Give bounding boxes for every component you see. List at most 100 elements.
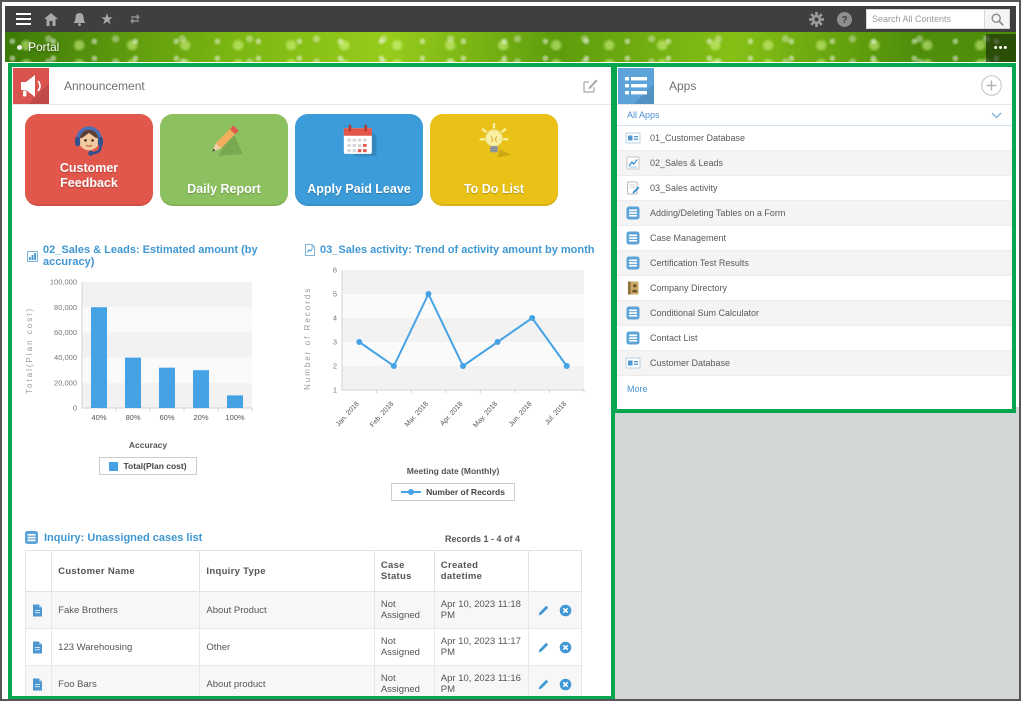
svg-text:2: 2 bbox=[333, 362, 337, 371]
app-item-label: Case Management bbox=[650, 233, 726, 243]
portal-banner: Portal ••• bbox=[5, 32, 1016, 62]
inquiry-table-body: Fake BrothersAbout ProductNot AssignedAp… bbox=[26, 592, 582, 701]
home-icon[interactable] bbox=[39, 9, 63, 29]
app-item-02-sales-leads[interactable]: 02_Sales & Leads bbox=[617, 151, 1012, 176]
svg-text:60,000: 60,000 bbox=[54, 328, 77, 337]
bar-80 bbox=[125, 358, 141, 408]
app-item-conditional-sum-calculator[interactable]: Conditional Sum Calculator bbox=[617, 301, 1012, 326]
svg-text:?: ? bbox=[841, 15, 847, 26]
edit-record-icon[interactable] bbox=[537, 604, 550, 617]
app-item-case-management[interactable]: Case Management bbox=[617, 226, 1012, 251]
line-chart-body: Number of Records123456Jan. 2018Feb. 201… bbox=[303, 262, 608, 501]
svg-text:100%: 100% bbox=[225, 413, 245, 422]
icon-column-header bbox=[26, 551, 52, 592]
tile-customer-feedback[interactable]: Customer Feedback bbox=[25, 114, 153, 206]
tile-daily-report[interactable]: Daily Report bbox=[160, 114, 288, 206]
point-mar-2018 bbox=[425, 291, 431, 297]
search-box bbox=[866, 9, 1010, 29]
edit-announcement-icon[interactable] bbox=[579, 75, 601, 97]
app-item-label: Adding/Deleting Tables on a Form bbox=[650, 208, 785, 218]
apps-filter-dropdown[interactable]: All Apps bbox=[617, 105, 1012, 126]
svg-text:40%: 40% bbox=[91, 413, 106, 422]
app-item-01-customer-database[interactable]: 01_Customer Database bbox=[617, 126, 1012, 151]
svg-text:100,000: 100,000 bbox=[50, 278, 77, 287]
chart-plot-area: 123456Jan. 2018Feb. 2018Mar. 2018Apr. 20… bbox=[312, 262, 594, 501]
app-item-label: 03_Sales activity bbox=[650, 183, 718, 193]
tile-label: Customer Feedback bbox=[31, 161, 147, 192]
apps-title: Apps bbox=[669, 79, 980, 93]
svg-text:5: 5 bbox=[333, 290, 337, 299]
cell-inquiry_type: About product bbox=[200, 666, 374, 701]
point-apr-2018 bbox=[460, 363, 466, 369]
bar-chart-title-link[interactable]: 02_Sales & Leads: Estimated amount (by a… bbox=[27, 244, 303, 268]
app-item-company-directory[interactable]: Company Directory bbox=[617, 276, 1012, 301]
app-item-label: Contact List bbox=[650, 333, 698, 343]
cell-customer_name: 123 Warehousing bbox=[52, 629, 200, 666]
svg-text:Feb. 2018: Feb. 2018 bbox=[369, 401, 395, 429]
table-app-icon bbox=[625, 230, 641, 246]
chart-plot-area: 020,00040,00060,00080,000100,00040%80%60… bbox=[34, 274, 262, 475]
column-header-case-status[interactable]: Case Status bbox=[374, 551, 434, 592]
cell-case_status: Not Assigned bbox=[374, 629, 434, 666]
remove-record-icon[interactable] bbox=[559, 678, 572, 691]
edit-record-icon[interactable] bbox=[537, 678, 550, 691]
bar-chart-title: 02_Sales & Leads: Estimated amount (by a… bbox=[43, 244, 303, 268]
record-file-icon[interactable] bbox=[32, 604, 45, 617]
table-app-icon bbox=[625, 205, 641, 221]
remove-record-icon[interactable] bbox=[559, 641, 572, 654]
topbar-left-icons: ★ bbox=[11, 9, 147, 29]
menu-icon[interactable] bbox=[11, 9, 35, 29]
app-item-adding-deleting-tables-on-a-form[interactable]: Adding/Deleting Tables on a Form bbox=[617, 201, 1012, 226]
remove-record-icon[interactable] bbox=[559, 604, 572, 617]
tile-label: To Do List bbox=[436, 182, 552, 198]
tile-apply-paid-leave[interactable]: Apply Paid Leave bbox=[295, 114, 423, 206]
svg-text:20,000: 20,000 bbox=[54, 378, 77, 387]
inquiry-title-link[interactable]: Inquiry: Unassigned cases list bbox=[25, 531, 445, 544]
column-header-created-datetime[interactable]: Created datetime bbox=[434, 551, 528, 592]
line-chart-title-link[interactable]: 03_Sales activity: Trend of activity amo… bbox=[305, 244, 608, 256]
svg-text:Jan. 2018: Jan. 2018 bbox=[335, 401, 361, 429]
bar-chart-widget: 02_Sales & Leads: Estimated amount (by a… bbox=[25, 206, 303, 501]
app-item-certification-test-results[interactable]: Certification Test Results bbox=[617, 251, 1012, 276]
favorites-star-icon[interactable]: ★ bbox=[95, 9, 119, 29]
app-item-label: Company Directory bbox=[650, 283, 727, 293]
svg-text:60%: 60% bbox=[159, 413, 174, 422]
apps-portlet: Apps All Apps 01_Customer Database02_Sal… bbox=[613, 63, 1016, 413]
tile-label: Daily Report bbox=[166, 182, 282, 198]
svg-text:3: 3 bbox=[333, 338, 337, 347]
svg-text:0: 0 bbox=[73, 404, 77, 413]
column-header-customer-name[interactable]: Customer Name bbox=[52, 551, 200, 592]
legend-label: Number of Records bbox=[426, 487, 505, 497]
search-input[interactable] bbox=[866, 9, 984, 29]
chevron-down-icon bbox=[991, 112, 1002, 119]
apps-filter-label: All Apps bbox=[627, 110, 991, 120]
svg-text:6: 6 bbox=[333, 266, 337, 275]
portal-logo-icon bbox=[17, 45, 22, 50]
svg-text:4: 4 bbox=[333, 314, 337, 323]
add-app-button[interactable] bbox=[980, 75, 1002, 97]
row-actions bbox=[535, 604, 575, 617]
svg-text:Apr. 2018: Apr. 2018 bbox=[439, 401, 464, 428]
help-icon[interactable]: ? bbox=[832, 9, 856, 29]
column-header-inquiry-type[interactable]: Inquiry Type bbox=[200, 551, 374, 592]
refresh-icon[interactable] bbox=[123, 9, 147, 29]
app-item-label: Customer Database bbox=[650, 358, 730, 368]
point-jan-2018 bbox=[356, 339, 362, 345]
record-file-icon[interactable] bbox=[32, 641, 45, 654]
record-file-icon[interactable] bbox=[32, 678, 45, 691]
app-item-03-sales-activity[interactable]: 03_Sales activity bbox=[617, 176, 1012, 201]
apps-more-link[interactable]: More bbox=[617, 376, 658, 402]
app-item-contact-list[interactable]: Contact List bbox=[617, 326, 1012, 351]
tile-to-do-list[interactable]: To Do List bbox=[430, 114, 558, 206]
settings-gear-icon[interactable] bbox=[804, 9, 828, 29]
x-axis-label: Accuracy bbox=[129, 440, 167, 450]
svg-text:80%: 80% bbox=[125, 413, 140, 422]
notifications-bell-icon[interactable] bbox=[67, 9, 91, 29]
x-axis-label: Meeting date (Monthly) bbox=[407, 466, 500, 476]
point-jun-2018 bbox=[529, 315, 535, 321]
search-button[interactable] bbox=[984, 9, 1010, 29]
portal-options-button[interactable]: ••• bbox=[986, 34, 1016, 62]
edit-record-icon[interactable] bbox=[537, 641, 550, 654]
charts-row: 02_Sales & Leads: Estimated amount (by a… bbox=[25, 206, 611, 501]
app-item-customer-database[interactable]: Customer Database bbox=[617, 351, 1012, 376]
